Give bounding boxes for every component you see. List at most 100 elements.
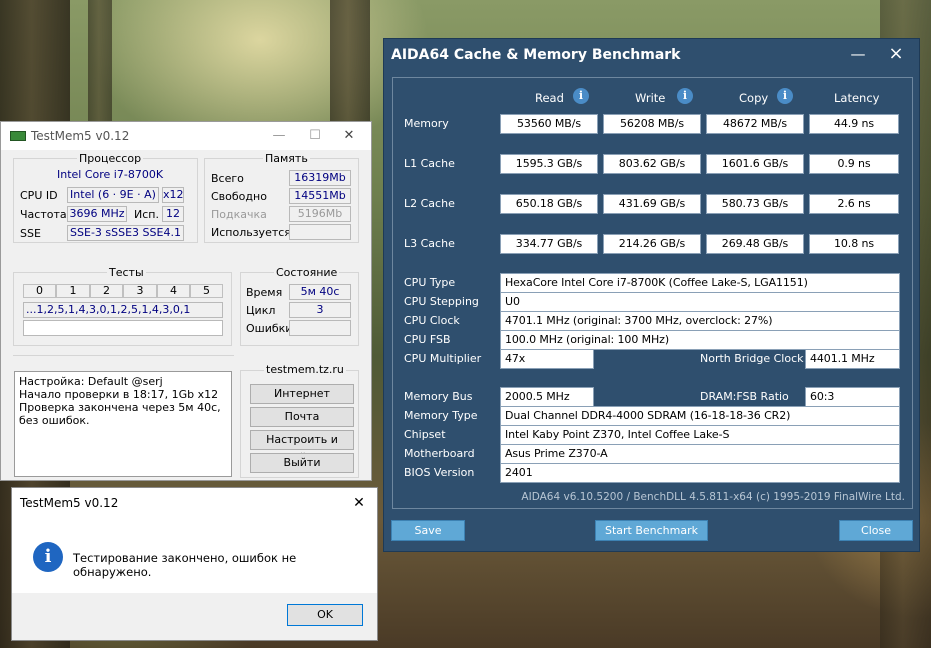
ok-button[interactable]: OK bbox=[287, 604, 363, 626]
l1-read: 1595.3 GB/s bbox=[500, 154, 598, 174]
testmem-title: TestMem5 v0.12 bbox=[31, 129, 130, 143]
message-dialog: TestMem5 v0.12 ✕ i Тестирование закончен… bbox=[11, 487, 378, 641]
memory-type-label: Memory Type bbox=[404, 409, 478, 422]
log-separator bbox=[13, 355, 234, 358]
nb-clock-label: North Bridge Clock bbox=[700, 352, 804, 365]
time-label: Время bbox=[246, 286, 283, 299]
l1-latency: 0.9 ns bbox=[809, 154, 899, 174]
l3-write: 214.26 GB/s bbox=[603, 234, 701, 254]
aida-footer: AIDA64 v6.10.5200 / BenchDLL 4.5.811-x64… bbox=[521, 491, 905, 503]
close-icon[interactable]: ✕ bbox=[347, 492, 371, 514]
memory-type-value: Dual Channel DDR4-4000 SDRAM (16-18-18-3… bbox=[500, 406, 900, 426]
inuse-label: Используется bbox=[211, 226, 291, 239]
test-progress bbox=[23, 320, 223, 336]
test-sequence: ...1,2,5,1,4,3,0,1,2,5,1,4,3,0,1 bbox=[23, 302, 223, 318]
test-cell: 3 bbox=[123, 284, 157, 298]
log-line: Проверка закончена через 5м 40с, bbox=[19, 401, 221, 414]
errors-value bbox=[289, 320, 351, 336]
close-button[interactable]: Close bbox=[839, 520, 913, 541]
test-cell: 1 bbox=[56, 284, 90, 298]
read-info-icon[interactable]: i bbox=[573, 88, 589, 104]
maximize-icon[interactable]: ☐ bbox=[301, 126, 329, 146]
row-label-l1: L1 Cache bbox=[404, 157, 455, 170]
l2-copy: 580.73 GB/s bbox=[706, 194, 804, 214]
l3-latency: 10.8 ns bbox=[809, 234, 899, 254]
log-line: без ошибок. bbox=[19, 414, 90, 427]
close-icon[interactable]: ✕ bbox=[335, 126, 363, 146]
errors-label: Ошибки bbox=[246, 322, 293, 335]
cpu-group-title: Процессор bbox=[77, 152, 144, 165]
time-value: 5м 40с bbox=[289, 284, 351, 300]
tests-group-title: Тесты bbox=[107, 266, 146, 279]
cpu-clock-label: CPU Clock bbox=[404, 314, 460, 327]
nb-clock-value: 4401.1 MHz bbox=[805, 349, 900, 369]
log-line: Начало проверки в 18:17, 1Gb x12 bbox=[19, 388, 219, 401]
cycle-value: 3 bbox=[289, 302, 351, 318]
save-button[interactable]: Save bbox=[391, 520, 465, 541]
memory-read: 53560 MB/s bbox=[500, 114, 598, 134]
bios-label: BIOS Version bbox=[404, 466, 475, 479]
l1-copy: 1601.6 GB/s bbox=[706, 154, 804, 174]
chipset-label: Chipset bbox=[404, 428, 446, 441]
cpu-multiplier-value: 47x bbox=[500, 349, 594, 369]
internet-button[interactable]: Интернет bbox=[250, 384, 354, 404]
exit-button[interactable]: Выйти bbox=[250, 453, 354, 473]
bios-value: 2401 bbox=[500, 463, 900, 483]
memory-copy: 48672 MB/s bbox=[706, 114, 804, 134]
l2-read: 650.18 GB/s bbox=[500, 194, 598, 214]
memory-bus-value: 2000.5 MHz bbox=[500, 387, 594, 407]
freq-value: 3696 MHz bbox=[67, 206, 127, 222]
chipset-value: Intel Kaby Point Z370, Intel Coffee Lake… bbox=[500, 425, 900, 445]
total-label: Всего bbox=[211, 172, 244, 185]
swap-label: Подкачка bbox=[211, 208, 267, 221]
cpu-multiplier-label: CPU Multiplier bbox=[404, 352, 482, 365]
info-icon: i bbox=[33, 542, 63, 572]
dram-fsb-label: DRAM:FSB Ratio bbox=[700, 390, 789, 403]
memory-bus-label: Memory Bus bbox=[404, 390, 473, 403]
test-cell: 4 bbox=[157, 284, 190, 298]
l3-copy: 269.48 GB/s bbox=[706, 234, 804, 254]
l2-write: 431.69 GB/s bbox=[603, 194, 701, 214]
sse-value: SSE-3 sSSE3 SSE4.1 bbox=[67, 225, 184, 241]
swap-value: 5196Mb bbox=[289, 206, 351, 222]
close-icon[interactable]: × bbox=[883, 43, 909, 65]
aida-window-title: AIDA64 Cache & Memory Benchmark bbox=[391, 47, 681, 63]
benchmark-panel: Read i Write i Copy i Latency Memory 535… bbox=[392, 77, 913, 509]
log-textarea[interactable]: Настройка: Default @serj Начало проверки… bbox=[14, 371, 232, 477]
l2-latency: 2.6 ns bbox=[809, 194, 899, 214]
test-cell: 5 bbox=[190, 284, 223, 298]
cpu-fsb-value: 100.0 MHz (original: 100 MHz) bbox=[500, 330, 900, 350]
motherboard-label: Motherboard bbox=[404, 447, 475, 460]
row-label-memory: Memory bbox=[404, 117, 449, 130]
dialog-message: Тестирование закончено, ошибок не обнару… bbox=[73, 551, 297, 579]
cpu-fsb-label: CPU FSB bbox=[404, 333, 451, 346]
background-tree bbox=[330, 0, 370, 125]
cycle-label: Цикл bbox=[246, 304, 276, 317]
header-write: Write bbox=[635, 91, 666, 105]
used-label: Исп. bbox=[134, 208, 159, 221]
copy-info-icon[interactable]: i bbox=[777, 88, 793, 104]
sse-label: SSE bbox=[20, 227, 41, 240]
test-cell: 2 bbox=[90, 284, 123, 298]
memory-latency: 44.9 ns bbox=[809, 114, 899, 134]
minimize-icon[interactable]: — bbox=[845, 43, 871, 65]
minimize-icon[interactable]: — bbox=[265, 126, 293, 146]
used-value: 12 bbox=[162, 206, 184, 222]
l1-write: 803.62 GB/s bbox=[603, 154, 701, 174]
configure-exit-button[interactable]: Настроить и выйти bbox=[250, 430, 354, 464]
write-info-icon[interactable]: i bbox=[677, 88, 693, 104]
cpu-clock-value: 4701.1 MHz (original: 3700 MHz, overcloc… bbox=[500, 311, 900, 331]
header-read: Read bbox=[535, 91, 564, 105]
cpu-name: Intel Core i7-8700K bbox=[57, 168, 164, 181]
start-benchmark-button[interactable]: Start Benchmark bbox=[595, 520, 708, 541]
mail-button[interactable]: Почта bbox=[250, 407, 354, 427]
l3-read: 334.77 GB/s bbox=[500, 234, 598, 254]
inuse-value bbox=[289, 224, 351, 240]
dram-fsb-value: 60:3 bbox=[805, 387, 900, 407]
cpuid-value: Intel (6 · 9E · A) bbox=[67, 187, 159, 203]
cpu-stepping-label: CPU Stepping bbox=[404, 295, 479, 308]
row-label-l3: L3 Cache bbox=[404, 237, 455, 250]
testmem-titlebar: TestMem5 v0.12 — ☐ ✕ bbox=[1, 122, 371, 150]
cpu-type-label: CPU Type bbox=[404, 276, 456, 289]
test-cells: 0 1 2 3 4 5 bbox=[23, 284, 223, 298]
